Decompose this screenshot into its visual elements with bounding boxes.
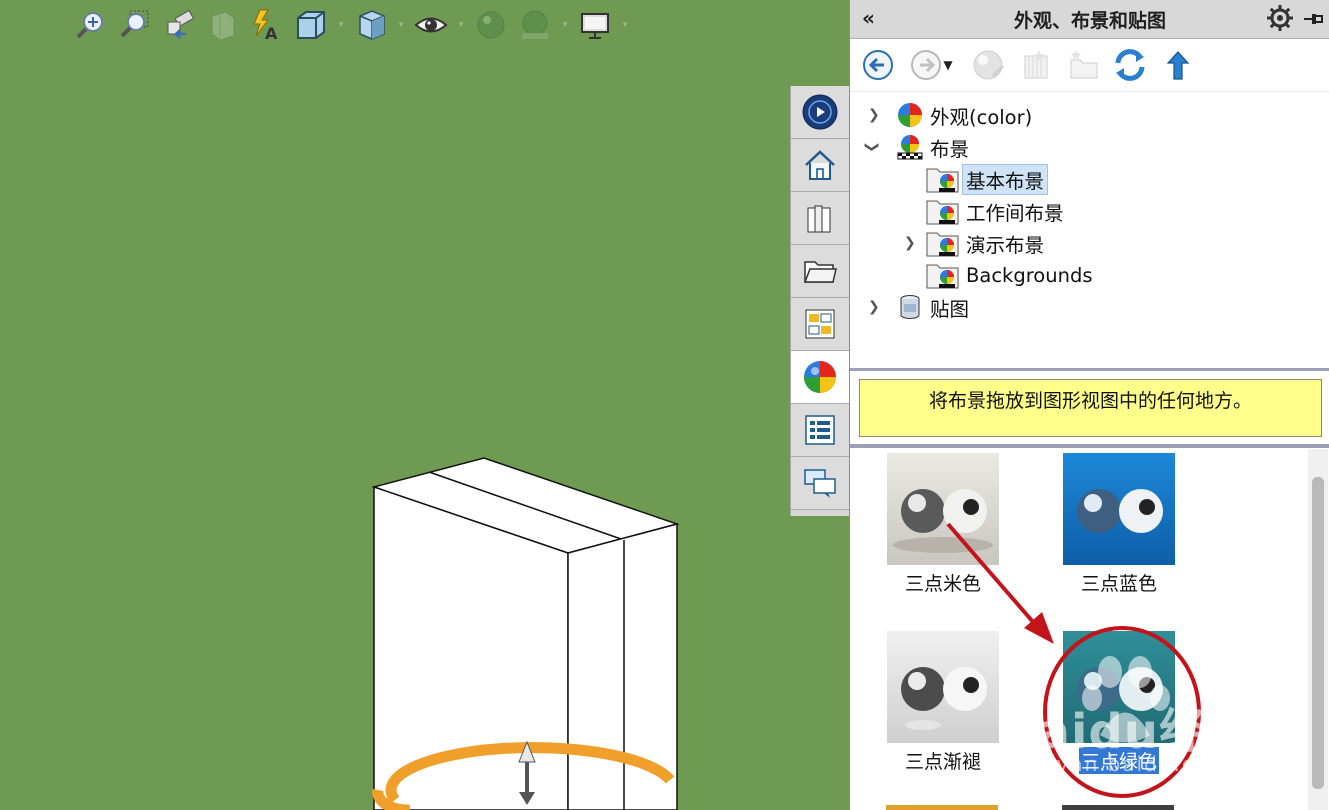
task-pane-tabs [790, 86, 849, 516]
tab-3d-content[interactable] [791, 86, 849, 139]
pane-toolbar: ▼ [850, 39, 1329, 92]
pin-icon[interactable] [1302, 8, 1324, 34]
tree-item-label: 贴图 [930, 297, 970, 321]
gear-icon[interactable] [1266, 4, 1294, 36]
tree-item-label: 布景 [930, 137, 970, 161]
gallery-scrollbar[interactable] [1308, 449, 1328, 810]
chevron-down-icon[interactable]: ❯ [864, 141, 880, 153]
scene-preview [1063, 453, 1175, 565]
folder-icon [803, 261, 837, 283]
scene-preview [887, 631, 999, 743]
graphics-viewport[interactable]: A ▾ ▾ ▾ ▾ ▾ [0, 0, 849, 810]
tab-file-explorer[interactable] [791, 245, 849, 298]
home-icon [805, 150, 835, 180]
scene-icon [897, 135, 923, 160]
scrollbar-thumb[interactable] [1312, 477, 1324, 789]
appearance-ball-icon [804, 361, 836, 393]
chevron-right-icon[interactable]: ❯ [868, 299, 880, 315]
sphere-icon[interactable] [970, 47, 1006, 83]
scene-folder-icon [926, 264, 959, 289]
tree-item-label: 外观(color) [930, 105, 1033, 129]
tree-item-basic-scenes[interactable]: 基本布景 [926, 163, 1186, 195]
up-arrow-icon[interactable] [1160, 47, 1196, 83]
scene-folder-icon [926, 232, 959, 257]
tree-item-label: 工作间布景 [966, 201, 1064, 225]
tab-appearances-scenes[interactable] [791, 351, 849, 404]
tree-item-decals[interactable]: ❯ 贴图 [864, 292, 1164, 322]
tab-custom-properties[interactable] [791, 404, 849, 457]
scene-thumbnail[interactable]: 三点米色 [868, 453, 1018, 596]
pane-title: 外观、布景和贴图 [1013, 10, 1166, 32]
scene-preview [887, 453, 999, 565]
forward-arrow-icon[interactable] [908, 47, 944, 83]
splitter-bar[interactable] [850, 444, 1329, 448]
appearance-ball-icon [898, 103, 922, 127]
chevron-down-icon[interactable]: ▼ [940, 47, 956, 83]
back-arrow-icon[interactable] [860, 47, 896, 83]
scene-thumbnail-partial[interactable] [886, 805, 998, 810]
tree-item-backgrounds[interactable]: Backgrounds [926, 260, 1186, 290]
pane-title-bar: « 外观、布景和贴图 [850, 0, 1329, 39]
3d-content-icon [802, 94, 838, 130]
library-tree: ❯ 外观(color) ❯ 布景 基本布景 工作间布景 ❯ 演示布景 Backg… [850, 96, 1329, 366]
new-folder-icon[interactable] [1066, 47, 1102, 83]
tab-design-library[interactable] [791, 192, 849, 245]
drag-hint-message: 将布景拖放到图形视图中的任何地方。 [859, 379, 1322, 437]
chevron-right-icon[interactable]: ❯ [904, 235, 916, 251]
splitter-bar[interactable] [850, 368, 1329, 371]
appearances-scenes-decals-pane: « 外观、布景和贴图 ▼ ❯ 外观(color) ❯ 布景 基本布景 工作间布景… [849, 0, 1329, 810]
library-books-icon [807, 205, 831, 233]
box-model[interactable] [0, 0, 849, 810]
tab-forum[interactable] [791, 457, 849, 510]
book-icon[interactable] [1018, 47, 1054, 83]
thumbnail-label: 三点米色 [904, 573, 981, 595]
tab-view-palette[interactable] [791, 298, 849, 351]
properties-list-icon [805, 415, 835, 445]
thumbnail-label: 三点渐褪 [904, 751, 981, 773]
scene-thumbnail[interactable]: 三点渐褪 [868, 631, 1018, 774]
scene-folder-icon [926, 200, 959, 225]
tab-resources[interactable] [791, 139, 849, 192]
chat-bubbles-icon [804, 469, 836, 498]
refresh-icon[interactable] [1112, 47, 1148, 83]
tree-item-studio-scenes[interactable]: 工作间布景 [926, 196, 1186, 226]
scene-thumbnail-partial[interactable] [1062, 805, 1174, 810]
tree-item-label: 基本布景 [962, 163, 1049, 195]
scene-folder-icon [926, 168, 959, 193]
tree-item-appearances[interactable]: ❯ 外观(color) [864, 100, 1164, 130]
view-palette-icon [805, 309, 835, 339]
thumbnail-label: 三点蓝色 [1080, 573, 1157, 595]
watermark-url: jingyan.baidu.com [1012, 752, 1231, 776]
chevron-right-icon[interactable]: ❯ [868, 107, 880, 123]
scene-thumbnail[interactable]: 三点蓝色 [1044, 453, 1194, 596]
tree-item-label: 演示布景 [966, 233, 1045, 257]
tree-item-presentation-scenes[interactable]: ❯ 演示布景 [900, 228, 1180, 258]
tree-item-label: Backgrounds [966, 263, 1093, 287]
tree-item-scenes[interactable]: ❯ 布景 [864, 132, 1164, 162]
decal-cylinder-icon [900, 295, 920, 319]
